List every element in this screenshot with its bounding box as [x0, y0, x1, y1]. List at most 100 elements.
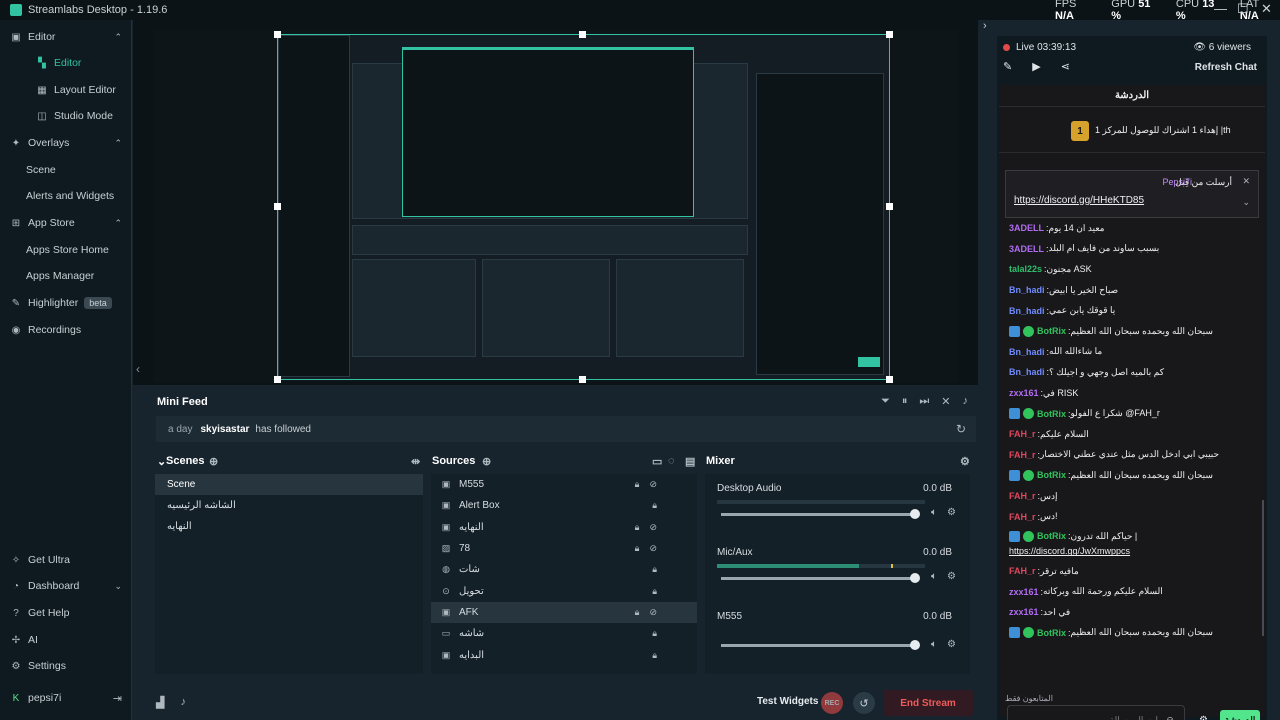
speaker-icon[interactable]: 🔈︎ [931, 639, 937, 650]
chevron-right-icon[interactable]: › [983, 20, 987, 32]
source-item[interactable]: ▣ AFK 🔒︎ ⊘ [431, 601, 697, 624]
chat-username[interactable]: Bn_hadi [1009, 367, 1045, 377]
add-source-icon[interactable]: ⊕ [482, 455, 491, 468]
lock-icon[interactable]: 🔒︎ [652, 500, 657, 511]
chat-username[interactable]: FAH_r [1009, 491, 1036, 501]
chat-username[interactable]: FAH_r [1009, 512, 1036, 522]
refresh-chat-button[interactable]: Refresh Chat [1195, 62, 1257, 73]
chat-scrollbar[interactable] [1262, 500, 1264, 636]
lock-icon[interactable]: 🔒︎ [635, 479, 640, 490]
visibility-off-icon[interactable]: ⊘ [649, 543, 657, 554]
chat-username[interactable]: 3ADELL [1009, 244, 1044, 254]
nav-get-ultra[interactable]: ✧ Get Ultra [0, 549, 132, 571]
chat-username[interactable]: zxx161 [1009, 587, 1039, 597]
unpin-icon[interactable]: ✕ [1242, 176, 1250, 187]
replay-icon[interactable]: ↻ [956, 422, 966, 436]
chat-username[interactable]: BotRix [1037, 326, 1066, 336]
chat-username[interactable]: zxx161 [1009, 607, 1039, 617]
popout-icon[interactable]: ▶ [1032, 60, 1040, 73]
chevron-down-icon[interactable]: ⌄ [1242, 197, 1250, 208]
nav-scene[interactable]: Scene [0, 159, 132, 181]
visibility-off-icon[interactable]: ⊘ [649, 522, 657, 533]
scene-transitions-icon[interactable]: ⇹ [411, 455, 420, 468]
volume-slider[interactable] [721, 509, 920, 519]
nav-editor[interactable]: ▣ Editor ⌃ [0, 26, 132, 48]
send-chat-button[interactable]: الدردشة [1220, 710, 1260, 720]
replay-buffer-icon[interactable]: ↺ [853, 692, 875, 714]
gear-icon[interactable]: ⚙ [947, 507, 956, 518]
source-item[interactable]: ◍ شات 🔒︎ [431, 559, 697, 580]
lock-icon[interactable]: 🔒︎ [635, 522, 640, 533]
source-item[interactable]: ▭ شاشه 🔒︎ [431, 623, 697, 644]
gear-icon[interactable]: ⚙ [947, 571, 956, 582]
nav-layout-editor[interactable]: ▦ Layout Editor [0, 79, 132, 101]
pinned-link[interactable]: https://discord.gg/HHeKTD85 [1014, 195, 1144, 206]
close-button[interactable]: ✕ [1261, 1, 1272, 17]
source-item[interactable]: ⊙ تحويل 🔒︎ [431, 580, 697, 601]
nav-studio-mode[interactable]: ◫ Studio Mode [0, 105, 132, 127]
resize-handle[interactable] [274, 203, 281, 210]
chat-username[interactable]: BotRix [1037, 531, 1066, 541]
end-stream-button[interactable]: End Stream [883, 690, 973, 716]
maximize-button[interactable]: ☐ [1237, 1, 1249, 17]
nav-ai[interactable]: ✢ AI [0, 629, 132, 651]
speaker-icon[interactable]: 🔈︎ [931, 571, 937, 582]
skip-icon[interactable]: ⏭ [919, 395, 929, 408]
lock-icon[interactable]: 🔒︎ [652, 650, 657, 661]
nav-settings[interactable]: ⚙ Settings [0, 655, 132, 677]
chat-username[interactable]: talal22s [1009, 264, 1042, 274]
chat-username[interactable]: 3ADELL [1009, 223, 1044, 233]
mute-alerts-icon[interactable]: ✕ [941, 395, 950, 408]
emoji-icon[interactable]: ☺ [1165, 715, 1175, 720]
lock-icon[interactable]: 🔒︎ [652, 586, 657, 597]
chat-input[interactable]: إرسال رسالة [1007, 705, 1185, 720]
visibility-off-icon[interactable]: ⊘ [649, 479, 657, 490]
nav-highlighter[interactable]: ✎ Highlighter beta [0, 292, 132, 314]
slider-knob[interactable] [910, 509, 920, 519]
edit-stream-icon[interactable]: ✎ [1003, 60, 1012, 73]
nav-editor-sub[interactable]: ▚ Editor [0, 52, 132, 74]
nav-apps-store-home[interactable]: Apps Store Home [0, 239, 132, 261]
volume-icon[interactable]: ♪ [963, 395, 969, 408]
pause-icon[interactable]: ⏸ [902, 395, 908, 408]
record-button[interactable]: REC [821, 692, 843, 714]
chat-settings-gear-icon[interactable]: ⚙ [1199, 715, 1208, 720]
resize-handle[interactable] [274, 31, 281, 38]
nav-get-help[interactable]: ? Get Help [0, 602, 132, 624]
source-visibility-icon[interactable]: ◌ [668, 455, 675, 467]
chat-username[interactable]: BotRix [1037, 409, 1066, 419]
nav-alerts-widgets[interactable]: Alerts and Widgets [0, 185, 132, 207]
chat-username[interactable]: Bn_hadi [1009, 306, 1045, 316]
nav-apps-manager[interactable]: Apps Manager [0, 265, 132, 287]
mixer-settings-gear-icon[interactable]: ⚙ [960, 455, 970, 468]
volume-slider[interactable] [721, 640, 920, 650]
add-scene-icon[interactable]: ⊕ [209, 455, 218, 468]
notifications-bell-icon[interactable]: ♪ [180, 696, 186, 709]
chat-username[interactable]: BotRix [1037, 470, 1066, 480]
scene-item[interactable]: الشاشه الرئيسيه [155, 495, 423, 516]
performance-chart-icon[interactable]: ▟ [156, 696, 164, 709]
logout-icon[interactable]: ⇥ [113, 692, 122, 705]
gear-icon[interactable]: ⚙ [947, 639, 956, 650]
feed-event-row[interactable]: a day skyisastar has followed ↻ [156, 416, 976, 442]
share-icon[interactable]: ⋖ [1061, 60, 1070, 73]
slider-knob[interactable] [910, 573, 920, 583]
source-item[interactable]: ▣ النهايه 🔒︎ ⊘ [431, 517, 697, 538]
nav-recordings[interactable]: ◉ Recordings [0, 319, 132, 341]
stream-preview[interactable] [153, 30, 958, 383]
resize-handle[interactable] [886, 31, 893, 38]
source-item[interactable]: ▨ 78 🔒︎ ⊘ [431, 538, 697, 559]
test-widgets-button[interactable]: Test Widgets [757, 696, 818, 707]
filter-icon[interactable]: ⏷ [881, 395, 890, 408]
chat-username[interactable]: Bn_hadi [1009, 285, 1045, 295]
nav-dashboard[interactable]: ◔ Dashboard ⌄ [0, 575, 132, 597]
resize-handle[interactable] [579, 31, 586, 38]
lock-icon[interactable]: 🔒︎ [635, 607, 640, 618]
scene-item[interactable]: Scene [155, 474, 423, 495]
pinned-message[interactable]: ✕ أرسلت من قِبل Pepsi7i https://discord.… [1005, 170, 1259, 218]
resize-handle[interactable] [579, 376, 586, 383]
source-item[interactable]: ▣ Alert Box 🔒︎ [431, 495, 697, 516]
nav-app-store[interactable]: ⊞ App Store ⌃ [0, 212, 132, 234]
lock-icon[interactable]: 🔒︎ [652, 628, 657, 639]
slider-knob[interactable] [910, 640, 920, 650]
